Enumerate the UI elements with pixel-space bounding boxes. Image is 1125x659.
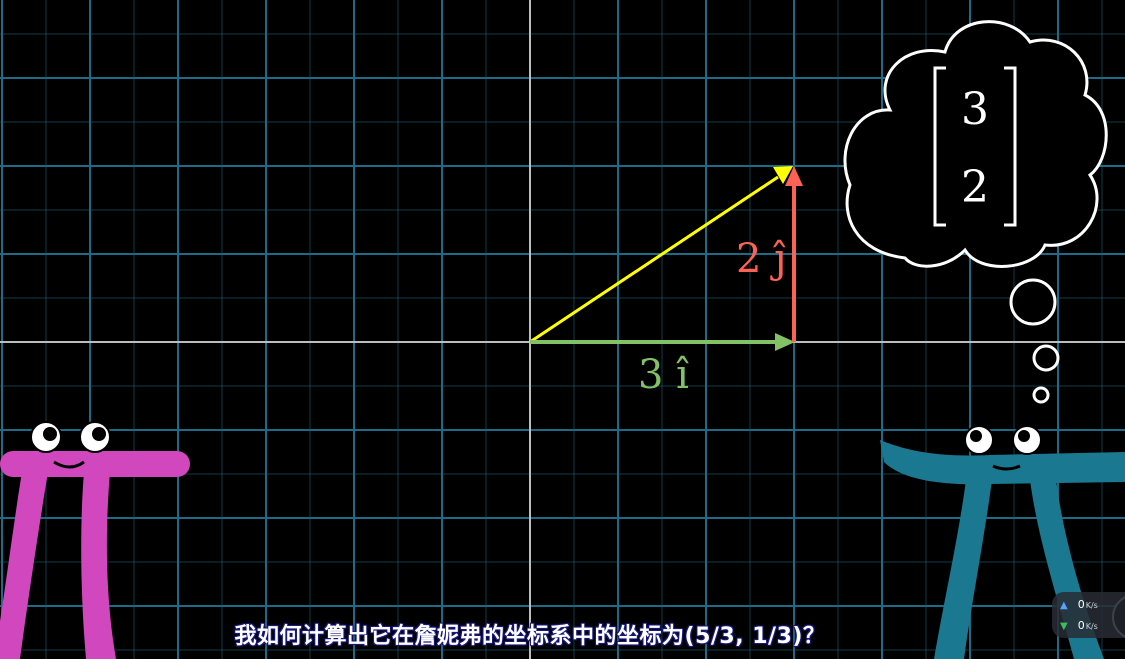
upload-speed-unit: K/s (1085, 601, 1098, 610)
j-hat-label: 2 ĵ (736, 236, 787, 282)
thought-dot-medium (1032, 344, 1060, 372)
right-pi-bar (880, 440, 1125, 485)
download-speed-row: ▼ 0K/s (1060, 618, 1098, 634)
thought-dot-large (1009, 278, 1057, 326)
matrix-entry-top: 3 (961, 84, 989, 135)
matrix-entry-bottom: 2 (961, 162, 989, 213)
subtitle-caption: 我如何计算出它在詹妮弗的坐标系中的坐标为(5/3, 1/3)？ (234, 624, 826, 649)
arrow-down-icon: ▼ (1060, 621, 1068, 632)
left-pi-pupil-left (43, 427, 57, 441)
download-speed-unit: K/s (1085, 622, 1098, 631)
right-pi-pupil-left (970, 430, 982, 442)
download-speed-value: 0 (1077, 619, 1085, 632)
diagram-canvas: 3 î 2 ĵ 3 2 (0, 0, 1125, 659)
thought-dot-small (1032, 386, 1050, 404)
upload-speed-value: 0 (1077, 598, 1085, 611)
i-hat-label: 3 î (638, 352, 689, 398)
right-pi-pupil-right (1018, 430, 1030, 442)
network-speed-widget[interactable]: ▲ 0K/s ▼ 0K/s (1052, 592, 1125, 640)
speed-dial-icon[interactable] (1112, 594, 1125, 640)
left-pi-pupil-right (92, 427, 106, 441)
upload-speed-row: ▲ 0K/s (1060, 597, 1098, 613)
arrow-up-icon: ▲ (1060, 600, 1068, 611)
